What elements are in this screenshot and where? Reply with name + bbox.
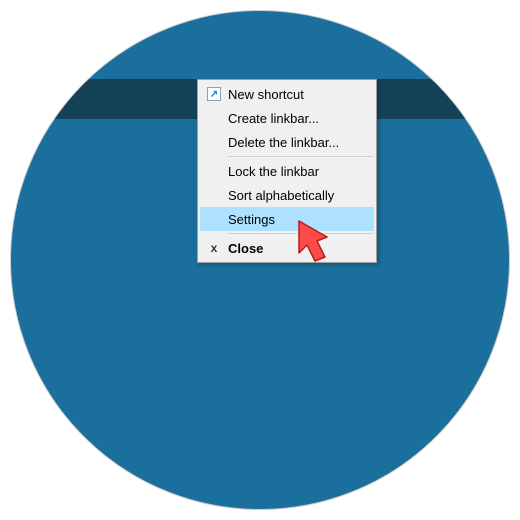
menu-separator: [228, 156, 373, 157]
menu-item-delete-linkbar[interactable]: Delete the linkbar...: [200, 130, 374, 154]
menu-item-label: Settings: [228, 212, 275, 227]
shortcut-icon: ↗: [204, 86, 224, 102]
menu-item-label: Lock the linkbar: [228, 164, 319, 179]
menu-separator: [228, 233, 373, 234]
close-icon: x: [204, 240, 224, 256]
menu-item-label: New shortcut: [228, 87, 304, 102]
menu-item-label: Sort alphabetically: [228, 188, 334, 203]
menu-item-settings[interactable]: Settings: [200, 207, 374, 231]
desktop-viewport: ↗ New shortcut Create linkbar... Delete …: [10, 10, 510, 510]
menu-item-create-linkbar[interactable]: Create linkbar...: [200, 106, 374, 130]
menu-item-close[interactable]: x Close: [200, 236, 374, 260]
menu-item-new-shortcut[interactable]: ↗ New shortcut: [200, 82, 374, 106]
context-menu: ↗ New shortcut Create linkbar... Delete …: [197, 79, 377, 263]
menu-item-lock-linkbar[interactable]: Lock the linkbar: [200, 159, 374, 183]
menu-item-sort-alphabetically[interactable]: Sort alphabetically: [200, 183, 374, 207]
menu-item-label: Create linkbar...: [228, 111, 319, 126]
menu-item-label: Close: [228, 241, 263, 256]
menu-item-label: Delete the linkbar...: [228, 135, 339, 150]
